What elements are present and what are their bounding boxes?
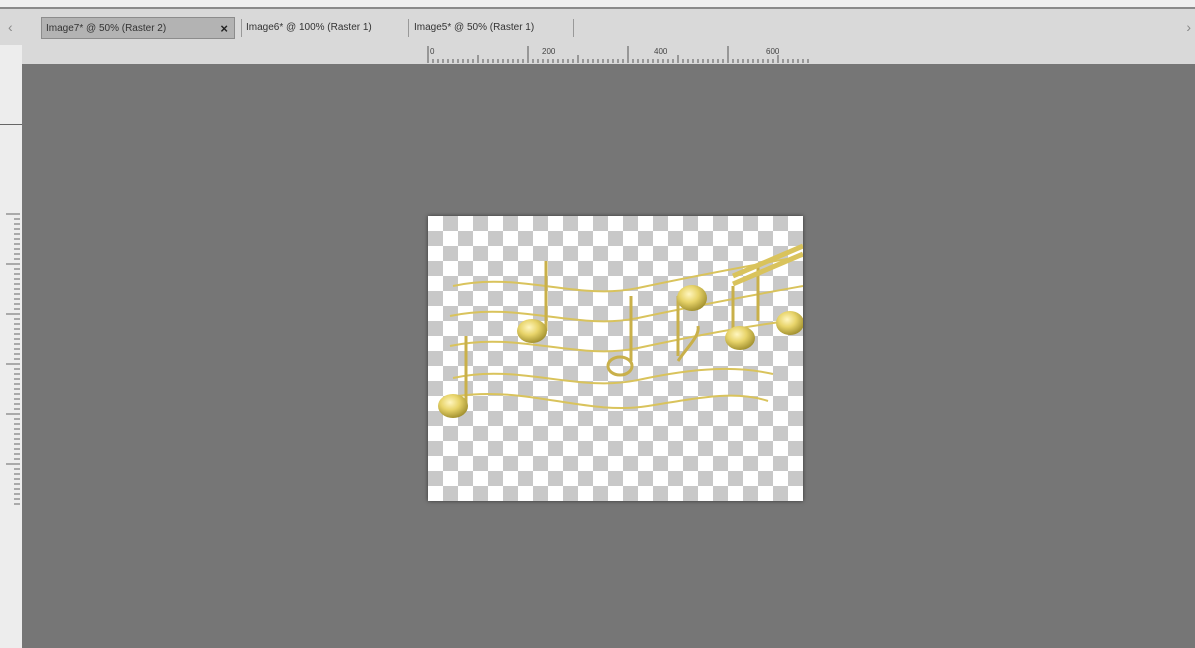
ruler-label-400: 400 bbox=[654, 47, 668, 56]
tab-image6-label: Image6* @ 100% (Raster 1) bbox=[246, 22, 372, 33]
tab-image7[interactable]: Image7* @ 50% (Raster 2) × bbox=[41, 17, 235, 39]
tab-separator bbox=[241, 19, 242, 37]
chevron-right-icon[interactable]: › bbox=[1186, 18, 1191, 36]
chevron-left-icon[interactable]: ‹ bbox=[8, 18, 13, 36]
image-canvas[interactable] bbox=[428, 216, 803, 501]
vertical-ruler bbox=[6, 213, 20, 505]
tab-image7-label: Image7* @ 50% (Raster 2) bbox=[46, 23, 167, 34]
tab-image6[interactable]: Image6* @ 100% (Raster 1) bbox=[246, 17, 406, 39]
eighth-note-flag bbox=[676, 325, 700, 362]
note-beam bbox=[732, 243, 803, 287]
horizontal-ruler: 0 200 400 600 bbox=[427, 46, 809, 63]
document-tab-bar: ‹ Image7* @ 50% (Raster 2) × Image6* @ 1… bbox=[0, 9, 1195, 45]
tab-separator bbox=[408, 19, 409, 37]
ruler-label-600: 600 bbox=[766, 47, 780, 56]
window-top-border bbox=[0, 0, 1195, 9]
tab-separator bbox=[573, 19, 574, 37]
tab-image5[interactable]: Image5* @ 50% (Raster 1) bbox=[414, 17, 572, 39]
music-notes-graphic bbox=[438, 243, 803, 418]
tab-image5-label: Image5* @ 50% (Raster 1) bbox=[414, 22, 535, 33]
ruler-label-200: 200 bbox=[542, 47, 556, 56]
ruler-label-0: 0 bbox=[430, 47, 435, 56]
close-icon[interactable]: × bbox=[220, 18, 228, 40]
half-note-head bbox=[606, 355, 634, 377]
ruler-corner-mark bbox=[0, 124, 22, 125]
